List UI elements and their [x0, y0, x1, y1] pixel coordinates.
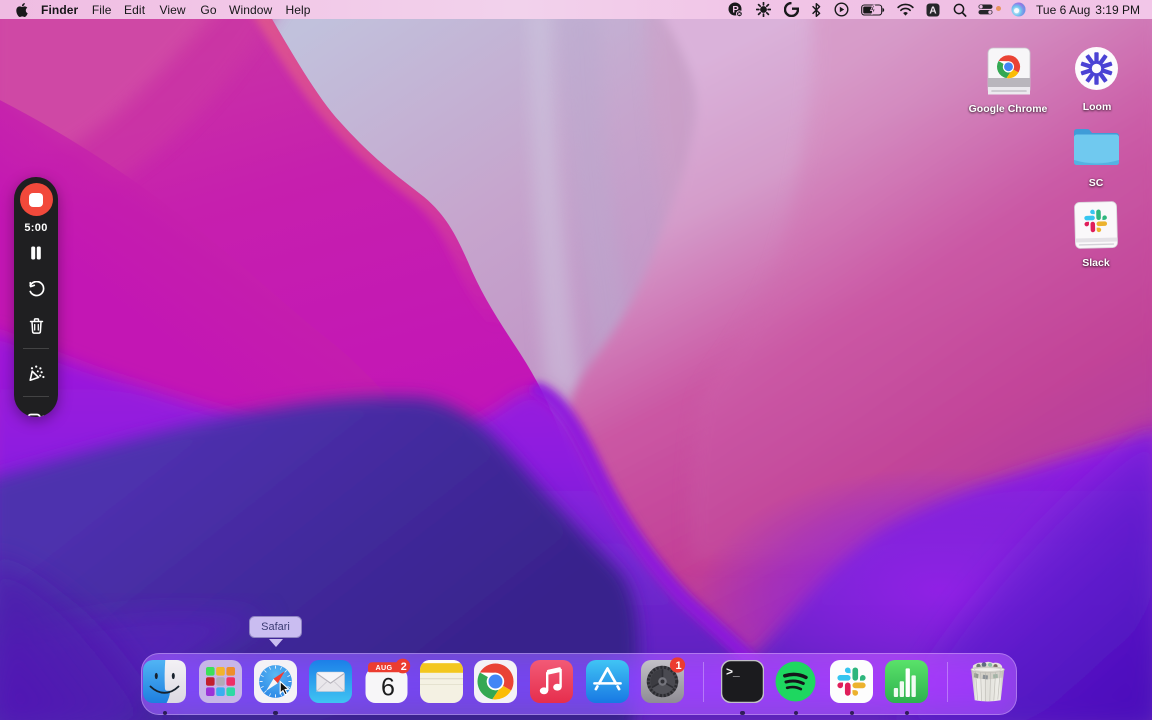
svg-text:A: A — [929, 5, 936, 16]
svg-text:AUG: AUG — [375, 663, 392, 672]
svg-text:2: 2 — [400, 661, 406, 673]
svg-text:>_: >_ — [726, 665, 740, 679]
svg-text:1: 1 — [676, 660, 682, 672]
svg-text:6: 6 — [381, 674, 395, 702]
